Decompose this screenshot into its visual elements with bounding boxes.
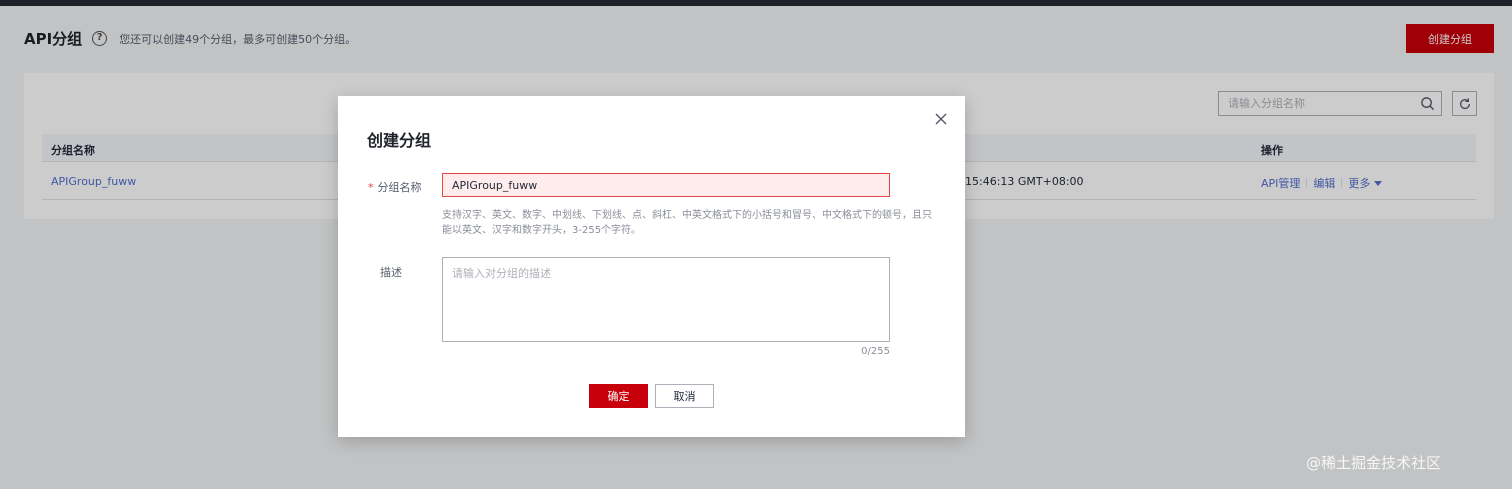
name-hint: 支持汉字、英文、数字、中划线、下划线、点、斜杠、中英文格式下的小括号和冒号、中文… [442, 210, 932, 236]
close-icon[interactable] [934, 112, 948, 126]
create-group-dialog: 创建分组 *分组名称 支持汉字、英文、数字、中划线、下划线、点、斜杠、中英文格式… [338, 96, 965, 437]
dialog-title: 创建分组 [367, 131, 432, 150]
name-label-text: 分组名称 [377, 181, 422, 194]
confirm-button[interactable]: 确定 [589, 384, 648, 408]
cancel-button[interactable]: 取消 [655, 384, 714, 408]
required-mark: * [368, 181, 374, 194]
desc-label: 描述 [380, 266, 402, 279]
char-counter: 0/255 [861, 346, 890, 357]
description-textarea[interactable] [442, 257, 890, 342]
name-label: * 分组名称 [368, 179, 422, 195]
watermark: @稀土掘金技术社区 [1306, 454, 1442, 472]
group-name-input[interactable] [442, 173, 890, 197]
